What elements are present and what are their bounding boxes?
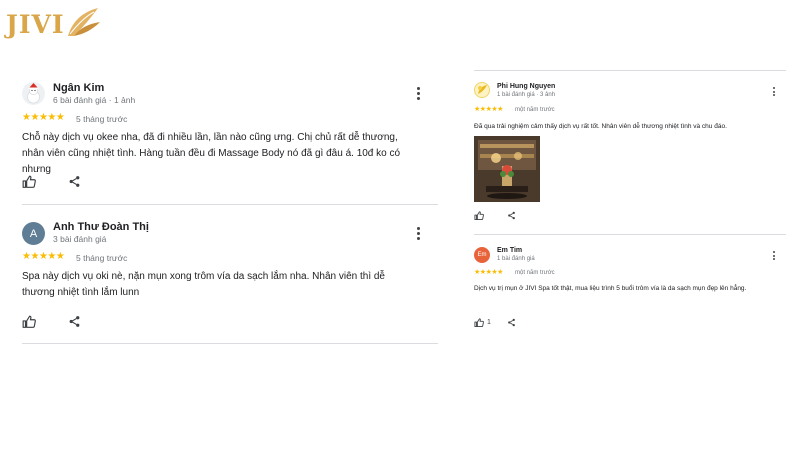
thumb-up-icon — [22, 315, 36, 328]
reviewer-name[interactable]: Phi Hung Nguyen — [497, 83, 555, 90]
share-button[interactable] — [68, 315, 81, 328]
reviewer-meta: 1 bài đánh giá · 3 ảnh — [497, 92, 556, 98]
reviewer-name[interactable]: Em Tim — [497, 247, 522, 254]
share-button[interactable] — [507, 318, 516, 327]
like-button[interactable] — [474, 211, 484, 220]
star-icon: ★ — [30, 251, 39, 262]
review-time: 5 tháng trước — [76, 114, 128, 124]
star-icon: ★ — [22, 251, 31, 262]
more-vert-icon[interactable] — [416, 87, 420, 100]
reviewer-avatar[interactable] — [474, 82, 490, 98]
star-rating: ★ ★ ★ ★ ★ — [474, 269, 503, 276]
thumb-up-icon — [474, 211, 484, 220]
share-button[interactable] — [507, 211, 516, 220]
star-icon: ★ — [55, 251, 65, 262]
star-rating: ★ ★ ★ ★ ★ — [22, 251, 65, 262]
share-button[interactable] — [68, 175, 81, 188]
star-icon: ★ — [38, 112, 48, 123]
jivi-logo: JIVI — [6, 6, 106, 44]
spa-photo-image — [474, 136, 540, 202]
star-icon: ★ — [55, 112, 65, 123]
more-vert-icon[interactable] — [416, 227, 420, 240]
star-icon: ★ — [30, 112, 39, 123]
snowman-avatar-icon — [27, 83, 40, 104]
review-time: 5 tháng trước — [76, 253, 128, 263]
review-text: Dịch vụ trị mụn ở JIVI Spa tốt thật, mua… — [474, 285, 747, 292]
share-icon — [508, 211, 515, 220]
review-divider — [22, 343, 438, 344]
star-icon: ★ — [47, 251, 56, 262]
star-icon: ★ — [47, 112, 56, 123]
logo-text: JIVI — [6, 10, 65, 39]
review-divider — [22, 204, 438, 205]
review-text: Spa này dịch vụ oki nè, nặn mụn xong trô… — [22, 271, 385, 298]
review-text: Chỗ này dịch vụ okee nha, đã đi nhiều lầ… — [22, 132, 401, 175]
reviewer-name[interactable]: Ngân Kim — [53, 82, 104, 94]
more-vert-icon[interactable] — [772, 87, 775, 96]
review-text: Đã qua trải nghiệm cảm thấy dịch vụ rất … — [474, 123, 727, 130]
like-button[interactable]: 1 — [474, 318, 491, 327]
star-icon: ★ — [38, 251, 48, 262]
reviewer-avatar[interactable] — [22, 82, 45, 105]
thumb-up-icon — [22, 175, 36, 188]
review-photo[interactable] — [474, 136, 540, 202]
avatar-letter: Em — [477, 252, 487, 258]
reviewer-meta: 6 bài đánh giá · 1 ảnh — [53, 95, 136, 105]
reviewer-avatar[interactable]: Em — [474, 247, 490, 263]
reviewer-meta: 1 bài đánh giá — [497, 256, 535, 262]
thumb-up-icon — [474, 318, 484, 327]
review-time: một năm trước — [515, 270, 555, 276]
logo-leaf-icon — [68, 8, 100, 36]
yellow-logo-avatar-icon — [478, 85, 487, 94]
share-icon — [508, 318, 515, 327]
avatar-letter: A — [29, 227, 38, 240]
star-rating: ★ ★ ★ ★ ★ — [22, 112, 65, 123]
star-icon: ★ — [22, 112, 31, 123]
share-icon — [69, 316, 80, 327]
star-icon: ★ — [497, 269, 503, 276]
review-divider — [474, 70, 786, 71]
reviewer-name[interactable]: Anh Thư Đoàn Thị — [53, 221, 149, 233]
star-rating: ★ ★ ★ ★ ★ — [474, 106, 503, 113]
share-icon — [69, 176, 80, 187]
review-divider — [474, 234, 786, 235]
like-button[interactable] — [22, 175, 36, 188]
like-button[interactable] — [22, 315, 36, 328]
reviewer-meta: 3 bài đánh giá — [53, 234, 107, 244]
review-time: một năm trước — [515, 107, 555, 113]
like-count: 1 — [487, 319, 491, 326]
reviewer-avatar[interactable]: A — [22, 222, 45, 245]
star-icon: ★ — [497, 106, 503, 113]
more-vert-icon[interactable] — [772, 251, 775, 260]
